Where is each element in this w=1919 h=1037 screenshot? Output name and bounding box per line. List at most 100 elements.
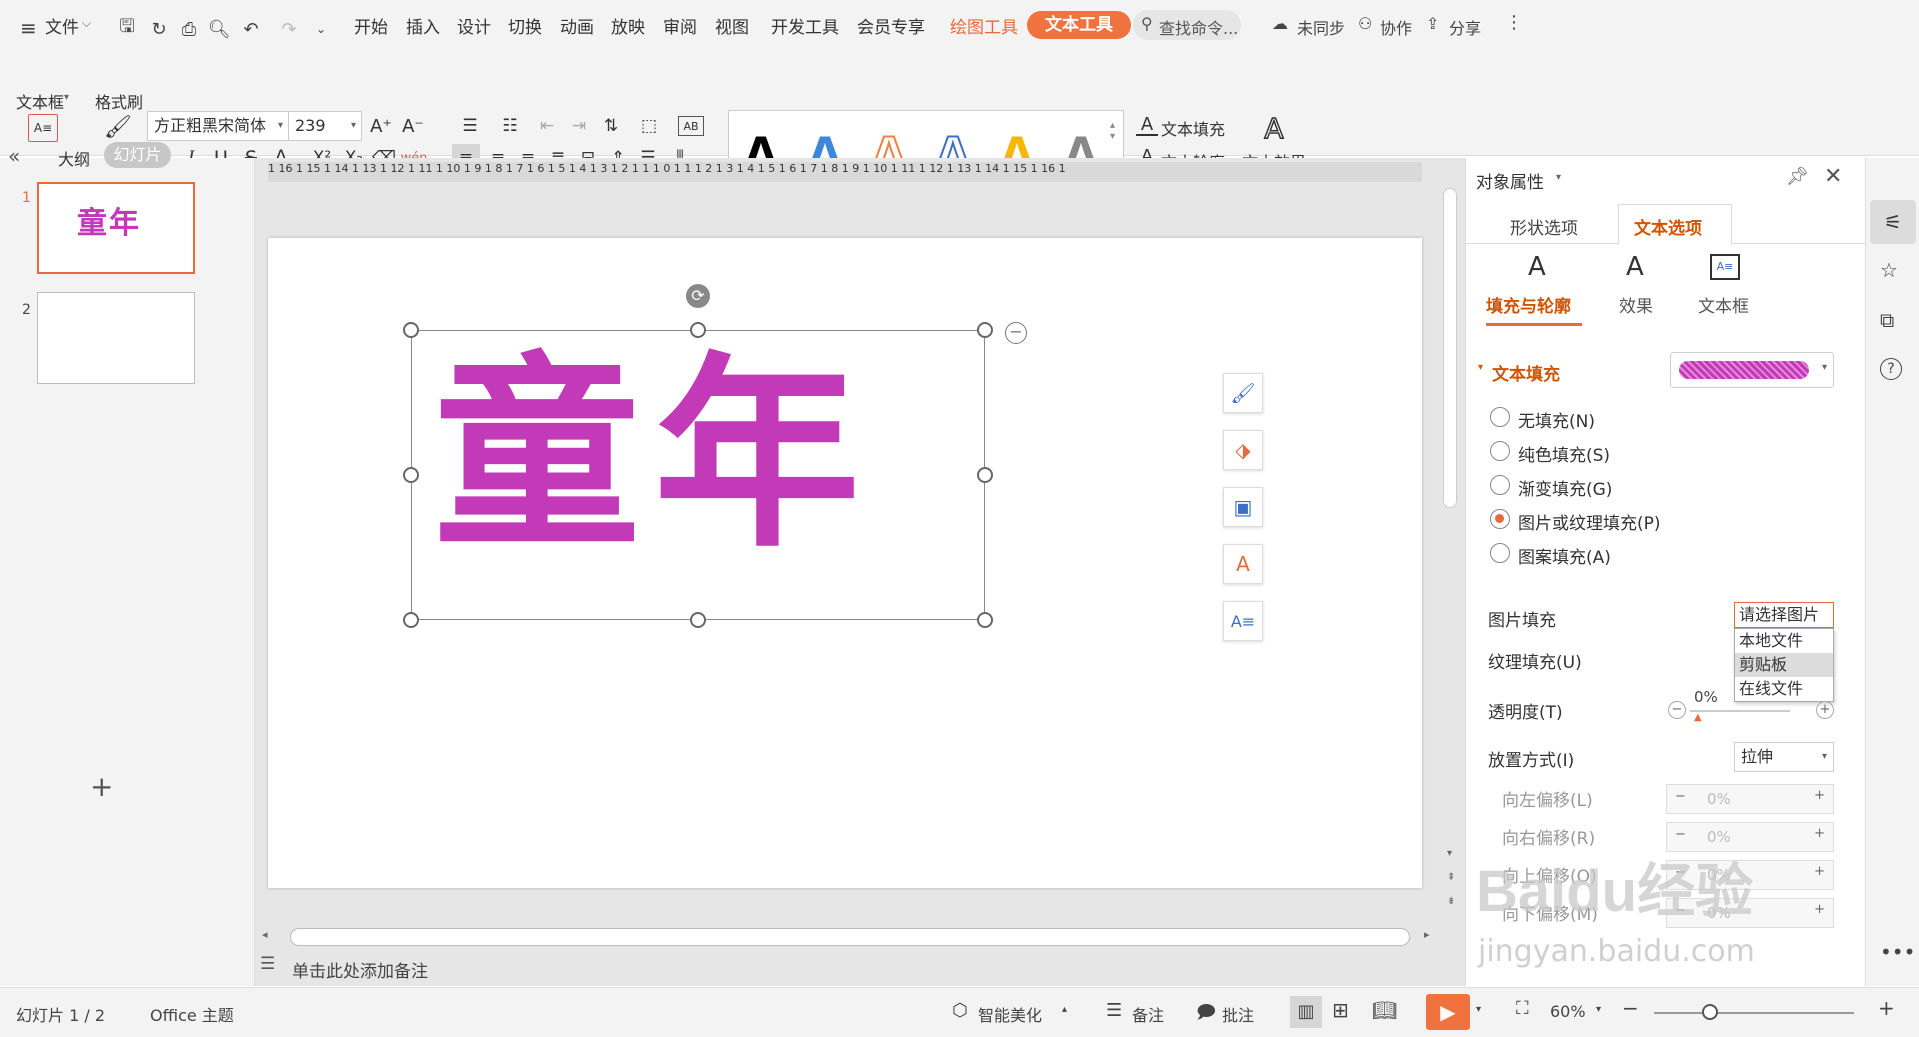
plus-icon[interactable]: + (1814, 826, 1825, 841)
animation-star-icon[interactable]: ☆ (1880, 258, 1898, 282)
vertical-scrollbar[interactable] (1443, 188, 1457, 508)
gallery-scroll-icon[interactable]: ▴ ▾ (1110, 120, 1115, 142)
tab-review[interactable]: 审阅 (663, 14, 697, 42)
tab-shape-options[interactable]: 形状选项 (1510, 214, 1578, 239)
zoom-out-icon[interactable]: − (1622, 996, 1639, 1020)
resize-handle[interactable] (977, 467, 993, 483)
subtab-fill-outline[interactable]: 填充与轮廓 (1486, 292, 1571, 317)
tab-home[interactable]: 开始 (354, 14, 388, 42)
notes-toggle-button[interactable]: 备注 (1132, 1002, 1164, 1026)
format-painter-icon[interactable]: 🖌 (104, 112, 132, 142)
chevron-down-icon[interactable]: ▾ (64, 92, 69, 103)
text-box-selection[interactable]: 童年 (411, 330, 985, 620)
slide-title-text[interactable]: 童年 (434, 325, 974, 605)
tab-transition[interactable]: 切换 (508, 14, 542, 42)
comment-button[interactable]: 批注 (1222, 1002, 1254, 1026)
zoom-level[interactable]: 60% (1550, 1002, 1586, 1021)
save-icon[interactable]: 🖫 (114, 16, 140, 42)
textbox-icon[interactable]: A≡ (1710, 254, 1740, 280)
chevron-down-icon[interactable]: ▾ (1596, 1004, 1601, 1015)
text-fit-icon[interactable]: AB (678, 116, 704, 136)
shape-outline-icon[interactable]: ▣ (1223, 487, 1263, 527)
menu-item-clipboard[interactable]: 剪贴板 (1735, 653, 1833, 677)
menu-item-local-file[interactable]: 本地文件 (1735, 629, 1833, 653)
notes-toggle-icon[interactable]: ☰ (1106, 1000, 1122, 1021)
resize-handle[interactable] (403, 612, 419, 628)
decrease-indent-icon[interactable]: ⇤ (534, 114, 560, 138)
search-box[interactable]: ⚲ 查找命令... (1133, 10, 1241, 40)
resize-handle[interactable] (977, 612, 993, 628)
normal-view-icon[interactable]: ▥ (1290, 996, 1322, 1028)
prev-slide-icon[interactable]: ⇞ (1447, 872, 1455, 883)
section-text-fill[interactable]: 文本填充 (1492, 360, 1560, 385)
resize-handle[interactable] (977, 322, 993, 338)
slider-thumb-icon[interactable]: ▲ (1694, 712, 1702, 723)
text-fill-icon[interactable]: A (1136, 114, 1158, 136)
zoom-in-icon[interactable]: + (1878, 996, 1895, 1020)
tab-text-tools[interactable]: 文本工具 (1027, 11, 1131, 39)
fill-preview-select[interactable]: ▾ (1670, 352, 1834, 388)
print-icon[interactable]: ⎙ (176, 16, 202, 42)
offset-left-stepper[interactable]: − 0% + (1666, 784, 1834, 814)
chevron-down-icon[interactable]: ▾ (1476, 1004, 1481, 1015)
zoom-slider[interactable] (1654, 1012, 1854, 1014)
resize-handle[interactable] (403, 322, 419, 338)
fit-window-icon[interactable]: ⛶ (1516, 998, 1529, 1019)
scroll-left-icon[interactable]: ◂ (262, 928, 268, 941)
play-slideshow-icon[interactable]: ▶ (1426, 994, 1470, 1030)
tab-text-options[interactable]: 文本选项 (1634, 214, 1702, 239)
transparency-slider[interactable] (1690, 710, 1790, 712)
text-effect-icon[interactable]: A (1260, 111, 1288, 146)
increase-indent-icon[interactable]: ⇥ (566, 114, 592, 138)
font-name-select[interactable]: 方正粗黑宋简体 ▾ (147, 111, 289, 141)
numbered-list-icon[interactable]: ☷ (496, 114, 524, 138)
notes-placeholder[interactable]: 单击此处添加备注 (292, 957, 428, 982)
slide-sorter-icon[interactable]: ⊞ (1332, 998, 1349, 1022)
transparency-increase-icon[interactable]: + (1816, 701, 1834, 719)
label-gradient-fill[interactable]: 渐变填充(G) (1518, 475, 1612, 500)
tab-animation[interactable]: 动画 (560, 14, 594, 42)
radio-picture-fill[interactable] (1490, 509, 1510, 529)
resize-handle[interactable] (690, 612, 706, 628)
collapse-tools-icon[interactable]: − (1005, 322, 1027, 344)
text-direction-icon[interactable]: ⬚ (636, 114, 662, 138)
share-icon[interactable]: ⇪ (1426, 14, 1439, 33)
chevron-down-icon[interactable]: ▾ (1556, 172, 1561, 183)
horizontal-scrollbar[interactable] (290, 928, 1410, 946)
label-pattern-fill[interactable]: 图案填充(A) (1518, 543, 1611, 568)
panel-title[interactable]: 对象属性 (1476, 168, 1544, 193)
resize-handle[interactable] (403, 467, 419, 483)
tab-drawing-tools[interactable]: 绘图工具 (950, 14, 1018, 42)
bullet-list-icon[interactable]: ☰ (456, 114, 484, 138)
zoom-slider-thumb[interactable] (1702, 1004, 1718, 1020)
sync-status[interactable]: 未同步 (1297, 15, 1345, 39)
increase-font-icon[interactable]: A⁺ (370, 114, 392, 138)
label-solid-fill[interactable]: 纯色填充(S) (1518, 441, 1610, 466)
radio-no-fill[interactable] (1490, 407, 1510, 427)
menu-item-online-file[interactable]: 在线文件 (1735, 677, 1833, 701)
scroll-right-icon[interactable]: ▸ (1424, 928, 1430, 941)
redo-icon[interactable]: ↷ (276, 16, 302, 42)
collab-icon[interactable]: ⚇ (1358, 14, 1372, 33)
subtab-textbox[interactable]: 文本框 (1698, 292, 1749, 317)
label-picture-fill[interactable]: 图片或纹理填充(P) (1518, 509, 1661, 534)
share-button[interactable]: 分享 (1449, 15, 1481, 39)
minus-icon[interactable]: − (1675, 789, 1686, 804)
customize-toolbar-icon[interactable]: ⌄ (308, 16, 334, 42)
comment-icon[interactable]: 🗩 (1196, 1000, 1216, 1030)
resize-handle[interactable] (690, 322, 706, 338)
transition-icon[interactable]: ⧉ (1880, 308, 1894, 332)
tab-slideshow[interactable]: 放映 (611, 14, 645, 42)
tab-developer[interactable]: 开发工具 (771, 14, 839, 42)
file-menu[interactable]: 文件 (45, 14, 79, 42)
collab-button[interactable]: 协作 (1380, 15, 1412, 39)
cloud-sync-icon[interactable]: ☁ (1272, 14, 1288, 33)
shape-style-icon[interactable]: 🖌 (1223, 373, 1263, 413)
shape-fill-icon[interactable]: ⬗ (1223, 430, 1263, 470)
tab-view[interactable]: 视图 (715, 14, 749, 42)
more-icon[interactable]: ⋮ (1505, 12, 1523, 33)
chevron-up-icon[interactable]: ▴ (1062, 1004, 1067, 1015)
slide-thumbnail-2[interactable] (37, 292, 195, 384)
format-painter-button[interactable]: 格式刷 (95, 89, 143, 113)
radio-gradient-fill[interactable] (1490, 475, 1510, 495)
